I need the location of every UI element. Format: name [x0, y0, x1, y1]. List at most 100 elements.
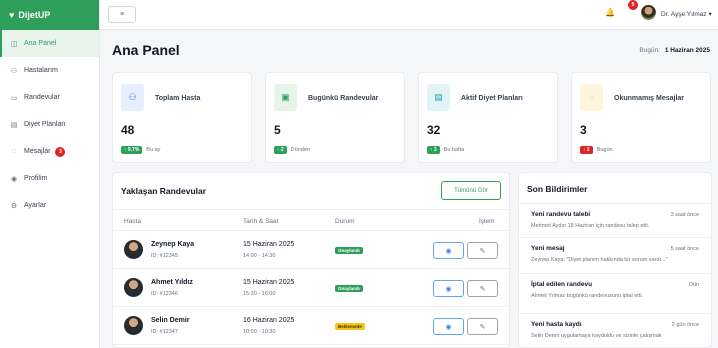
stat-trend: ↑ 9.7% Bu ay — [121, 146, 160, 154]
sidebar-item-label: Randevular — [24, 94, 60, 101]
eye-icon: ◉ — [445, 323, 452, 331]
stat-label: Bugünkü Randevular — [308, 95, 379, 102]
notification-title: Yeni hasta kaydı — [531, 321, 582, 328]
calendar-check-icon: ▣ — [274, 84, 297, 111]
patient-id: ID: #12346 — [151, 291, 178, 297]
avatar — [124, 240, 143, 259]
appointment-time: 10:00 - 10:30 — [243, 329, 276, 335]
column-header: Hasta — [124, 218, 141, 225]
edit-button[interactable]: ✎ — [467, 318, 498, 335]
user-menu[interactable]: Dr. Ayşe Yılmaz ▾ — [661, 10, 712, 18]
notification-item[interactable]: Yeni mesaj 5 saat önce Zeynep Kaya: "Diy… — [519, 237, 711, 277]
patient-name: Zeynep Kaya — [151, 241, 195, 248]
sidebar-item-label: Hastalarım — [24, 67, 58, 74]
heart-icon: ♥ — [9, 10, 15, 20]
status-badge: Beklemede — [335, 323, 365, 330]
edit-button[interactable]: ✎ — [467, 280, 498, 297]
topbar: ≡ 🔔 5 Dr. Ayşe Yılmaz ▾ — [100, 0, 718, 30]
bell-icon[interactable]: 🔔 — [605, 8, 615, 17]
view-button[interactable]: ◉ — [433, 318, 464, 335]
notification-title: Yeni randevu talebi — [531, 211, 591, 218]
trend-badge: ↑ 3 — [427, 146, 440, 154]
column-header: İşlem — [479, 218, 495, 225]
pencil-icon: ✎ — [479, 285, 486, 293]
sidebar-item-randevular[interactable]: ▭ Randevular — [0, 84, 99, 111]
messages-badge: 3 — [55, 146, 66, 157]
chat-icon: ◌ — [580, 84, 603, 111]
column-header: Tarih & Saat — [243, 218, 279, 225]
appointment-date: 15 Haziran 2025 — [243, 279, 295, 286]
sidebar-nav: ◫ Ana Panel ⚇ Hastalarım ▭ Randevular ▤ … — [0, 30, 99, 219]
edit-button[interactable]: ✎ — [467, 242, 498, 259]
clipboard-icon: ▤ — [10, 121, 18, 129]
notification-text: Selin Demir uygulamaya kaydoldu ve sizin… — [531, 333, 662, 339]
chat-icon: ◌ — [11, 148, 17, 155]
table-header: Hasta Tarih & Saat Durum İşlem — [113, 209, 509, 231]
stat-label: Aktif Diyet Planları — [461, 95, 523, 102]
today-value: 1 Haziran 2025 — [664, 47, 710, 54]
sidebar-item-label: Mesajlar — [24, 148, 51, 155]
trend-badge: ↑ 2 — [580, 146, 593, 154]
table-row: Ahmet Yıldız ID: #12346 15 Haziran 2025 … — [113, 269, 509, 307]
sidebar-item-hastalarim[interactable]: ⚇ Hastalarım — [0, 57, 99, 84]
hamburger-icon: ≡ — [119, 11, 125, 18]
stat-card-bugunku-randevular[interactable]: ▣ Bugünkü Randevular 5 ↑ 2 Dünden — [265, 72, 405, 163]
stat-card-okunmamis-mesajlar[interactable]: ◌ Okunmamış Mesajlar 3 ↑ 2 Bugün — [571, 72, 711, 163]
sidebar: ♥ DijetUP ◫ Ana Panel ⚇ Hastalarım ▭ Ran… — [0, 0, 100, 348]
users-icon: ⚇ — [10, 67, 18, 75]
sidebar-item-ana-panel[interactable]: ◫ Ana Panel — [0, 30, 99, 57]
table-row: Selin Demir ID: #12347 16 Haziran 2025 1… — [113, 307, 509, 345]
dashboard-icon: ◫ — [10, 40, 18, 48]
stat-value: 3 — [580, 123, 587, 137]
view-button[interactable]: ◉ — [433, 242, 464, 259]
patient-name: Selin Demir — [151, 317, 190, 324]
sidebar-item-diyet-planlari[interactable]: ▤ Diyet Planları — [0, 111, 99, 138]
notification-time: 3 saat önce — [670, 212, 699, 218]
notification-time: Dün — [688, 282, 699, 288]
eye-icon: ◉ — [445, 247, 452, 255]
stat-value: 5 — [274, 123, 281, 137]
calendar-icon: ▭ — [10, 94, 18, 102]
stat-trend: ↑ 2 Bugün — [580, 146, 613, 154]
avatar[interactable] — [641, 5, 656, 20]
stat-card-toplam-hasta[interactable]: ⚇ Toplam Hasta 48 ↑ 9.7% Bu ay — [112, 72, 252, 163]
eye-icon: ◉ — [445, 285, 452, 293]
view-all-button[interactable]: Tümünü Gör — [441, 181, 501, 200]
sidebar-item-profilim[interactable]: ◉ Profilim — [0, 165, 99, 192]
patient-id: ID: #12347 — [151, 329, 178, 335]
sidebar-item-label: Ayarlar — [24, 202, 47, 209]
sidebar-item-ayarlar[interactable]: ⚙ Ayarlar — [0, 192, 99, 219]
avatar — [124, 316, 143, 335]
appointments-title: Yaklaşan Randevular — [121, 186, 207, 196]
notification-item[interactable]: Yeni hasta kaydı 2 gün önce Selin Demir … — [519, 313, 711, 347]
trend-text: Dünden — [290, 147, 310, 153]
table-row: Zeynep Kaya ID: #12345 15 Haziran 2025 1… — [113, 231, 509, 269]
page-title: Ana Panel — [112, 42, 180, 58]
trend-badge: ↑ 2 — [274, 146, 287, 154]
today-label: Bugün: — [639, 47, 661, 54]
notification-text: Ahmet Yılmaz bugünkü randevusunu iptal e… — [531, 293, 644, 299]
notification-time: 2 gün önce — [671, 322, 699, 328]
notification-title: İptal edilen randevu — [531, 281, 593, 288]
avatar — [124, 278, 143, 297]
menu-toggle-button[interactable]: ≡ — [108, 6, 136, 23]
stat-card-aktif-diyet-planlari[interactable]: ▤ Aktif Diyet Planları 32 ↑ 3 Bu hafta — [418, 72, 558, 163]
stat-value: 48 — [121, 123, 135, 137]
appointment-date: 16 Haziran 2025 — [243, 317, 295, 324]
brand-logo[interactable]: ♥ DijetUP — [0, 0, 99, 30]
appointment-time: 14:00 - 14:30 — [243, 253, 276, 259]
notification-text: Mehmet Aydın 18 Haziran için randevu tal… — [531, 223, 650, 229]
view-button[interactable]: ◉ — [433, 280, 464, 297]
trend-text: Bu ay — [146, 147, 161, 153]
stat-trend: ↑ 2 Dünden — [274, 146, 310, 154]
sidebar-item-mesajlar[interactable]: ◌ Mesajlar 3 — [0, 138, 99, 165]
appointment-time: 15:30 - 16:00 — [243, 291, 276, 297]
sidebar-item-label: Profilim — [24, 175, 48, 182]
sidebar-item-label: Diyet Planları — [24, 121, 66, 128]
notification-item[interactable]: İptal edilen randevu Dün Ahmet Yılmaz bu… — [519, 273, 711, 313]
gear-icon: ⚙ — [10, 202, 18, 210]
notification-count-badge: 5 — [628, 0, 638, 10]
today-date: Bugün: 1 Haziran 2025 — [639, 47, 710, 54]
trend-text: Bu hafta — [443, 147, 465, 153]
users-icon: ⚇ — [121, 84, 144, 111]
